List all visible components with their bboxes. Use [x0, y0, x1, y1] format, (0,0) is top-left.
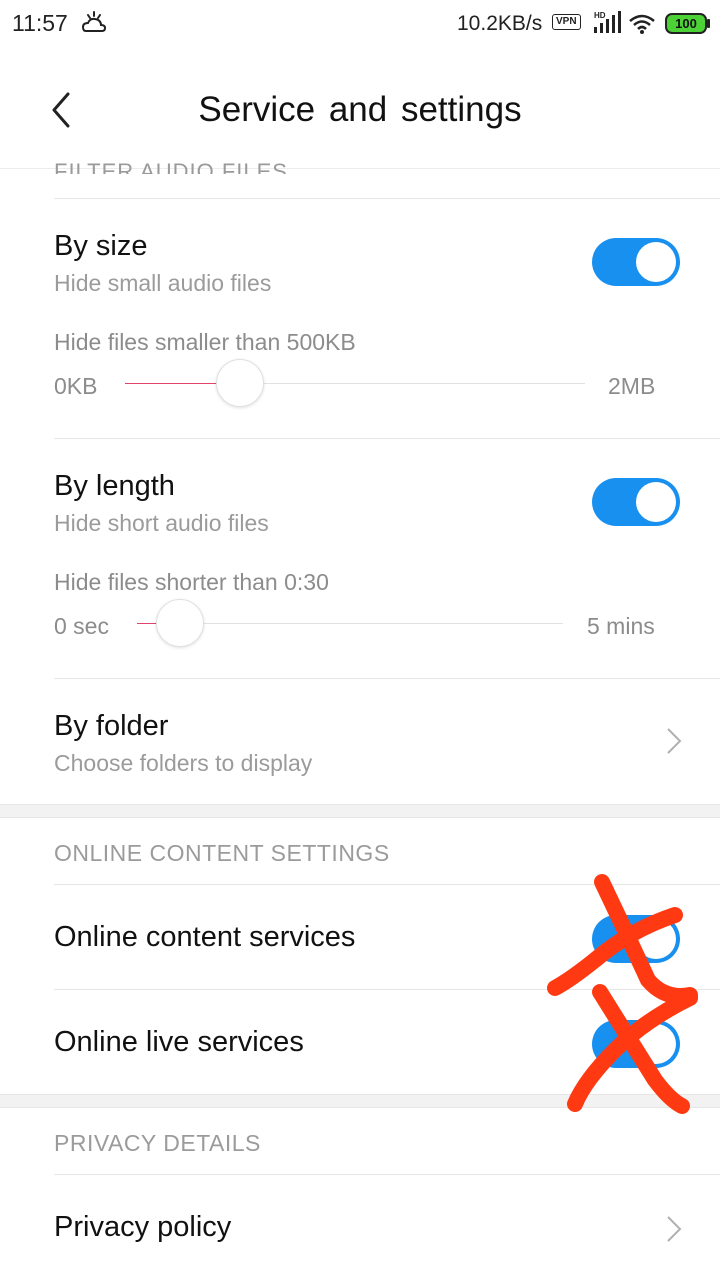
- section-gap: [0, 1094, 720, 1108]
- page-title: Service and settings: [198, 90, 522, 129]
- chevron-right-icon: [667, 728, 682, 754]
- by-length-title: By length: [54, 470, 175, 502]
- size-slider-thumb[interactable]: [216, 359, 264, 407]
- online-content-services-label: Online content services: [54, 921, 356, 953]
- weather-icon: [81, 11, 107, 32]
- settings-screen: 11:57 10.2KB/s VPN HD 100 Service and se…: [0, 0, 720, 1280]
- section-gap: [0, 804, 720, 818]
- wifi-icon: [629, 14, 655, 34]
- online-live-services-row: Online live services: [0, 990, 720, 1094]
- battery-icon: 100: [665, 13, 711, 34]
- online-live-services-toggle[interactable]: [592, 1020, 680, 1068]
- privacy-section-heading: PRIVACY DETAILS: [54, 1130, 261, 1156]
- size-slider-max: 2MB: [608, 373, 656, 399]
- filter-section-heading: FILTER AUDIO FILES: [54, 159, 288, 174]
- by-folder-subtitle: Choose folders to display: [54, 750, 313, 776]
- online-content-services-row: Online content services: [0, 885, 720, 989]
- signal-icon: HD: [594, 11, 621, 33]
- by-size-toggle[interactable]: [592, 238, 680, 286]
- by-size-subtitle: Hide small audio files: [54, 270, 272, 296]
- by-length-toggle[interactable]: [592, 478, 680, 526]
- online-live-services-label: Online live services: [54, 1026, 304, 1058]
- status-time: 11:57: [12, 10, 68, 36]
- by-length-subtitle: Hide short audio files: [54, 510, 269, 536]
- svg-text:HD: HD: [594, 11, 606, 20]
- size-slider-track[interactable]: [125, 383, 585, 384]
- divider: [54, 198, 720, 199]
- vpn-icon: VPN: [552, 14, 581, 30]
- by-folder-row[interactable]: By folder Choose folders to display: [0, 679, 720, 803]
- size-slider-caption: Hide files smaller than 500KB: [54, 329, 356, 355]
- length-slider-thumb[interactable]: [155, 599, 204, 647]
- by-folder-title: By folder: [54, 710, 169, 742]
- status-bar: 11:57 10.2KB/s VPN HD 100: [0, 0, 720, 50]
- online-content-services-toggle[interactable]: [592, 915, 680, 963]
- toggle-knob: [636, 1024, 676, 1064]
- length-slider-caption: Hide files shorter than 0:30: [54, 569, 329, 595]
- length-slider-min: 0 sec: [54, 613, 109, 639]
- length-slider-max: 5 mins: [587, 613, 655, 639]
- privacy-policy-row[interactable]: Privacy policy: [0, 1175, 720, 1280]
- toggle-knob: [636, 242, 676, 282]
- svg-text:100: 100: [675, 16, 697, 31]
- size-slider-min: 0KB: [54, 373, 98, 399]
- toggle-knob: [636, 919, 676, 959]
- privacy-policy-label: Privacy policy: [54, 1211, 232, 1243]
- by-size-title: By size: [54, 230, 148, 262]
- toggle-knob: [636, 482, 676, 522]
- online-section-heading: ONLINE CONTENT SETTINGS: [54, 840, 390, 866]
- network-speed: 10.2KB/s: [457, 12, 543, 35]
- chevron-right-icon: [667, 1216, 682, 1242]
- divider: [54, 438, 720, 439]
